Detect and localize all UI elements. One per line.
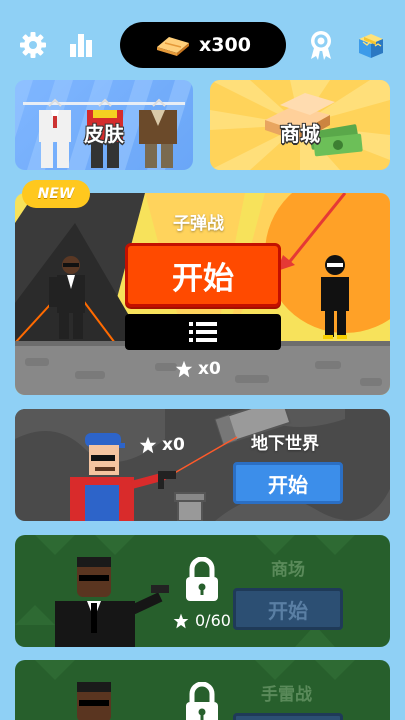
level-list-button[interactable] <box>125 314 281 350</box>
mall-mode-progress-value: 0/60 <box>195 611 231 630</box>
mall-mode-start-button[interactable]: 开始 <box>233 588 343 630</box>
underworld-stars: x0 <box>139 435 185 455</box>
coin-counter: x300 <box>120 22 286 68</box>
new-badge: NEW <box>22 180 90 208</box>
star-icon <box>173 613 189 628</box>
skin-label: 皮肤 <box>84 122 124 146</box>
underworld-card: x0 地下世界 开始 <box>15 409 390 521</box>
underworld-star-count: x0 <box>162 435 185 455</box>
bullet-war-card: 子弹战 开始 x0 <box>15 193 390 395</box>
bullet-war-start-button[interactable]: 开始 <box>125 243 281 307</box>
underworld-start-button[interactable]: 开始 <box>233 462 343 504</box>
stats-icon <box>70 34 92 57</box>
star-icon <box>139 436 157 454</box>
achievements-button[interactable] <box>304 28 338 62</box>
bullet-war-star-count: x0 <box>198 359 221 379</box>
shop-box-icon <box>359 34 383 58</box>
bullet-war-title: 子弹战 <box>173 214 224 234</box>
gear-icon <box>20 32 46 58</box>
stats-button[interactable] <box>64 28 98 62</box>
underworld-title: 地下世界 <box>251 434 319 454</box>
grenade-mode-card: 手雷战 <box>15 660 390 720</box>
mall-mode-title: 商场 <box>271 560 305 580</box>
coin-bar-icon <box>157 37 190 56</box>
medal-icon <box>311 31 331 60</box>
bullet-war-stars: x0 <box>175 359 221 379</box>
top-bar: x300 <box>0 0 405 72</box>
star-icon <box>175 360 193 378</box>
shop-box-button[interactable] <box>354 28 388 62</box>
mall-mode-progress: 0/60 <box>173 611 231 630</box>
grenade-mode-start-button[interactable] <box>233 713 343 720</box>
lock-icon <box>186 557 218 601</box>
coin-value: x300 <box>199 34 251 56</box>
list-icon <box>189 322 217 342</box>
mall-label: 商城 <box>280 122 320 146</box>
skin-card[interactable]: 皮肤 <box>15 80 193 170</box>
mall-mode-card: 0/60 商场 开始 <box>15 535 390 647</box>
mall-card[interactable]: 商城 <box>210 80 390 170</box>
settings-button[interactable] <box>16 28 50 62</box>
lock-icon <box>186 682 218 720</box>
grenade-mode-title: 手雷战 <box>261 685 312 705</box>
